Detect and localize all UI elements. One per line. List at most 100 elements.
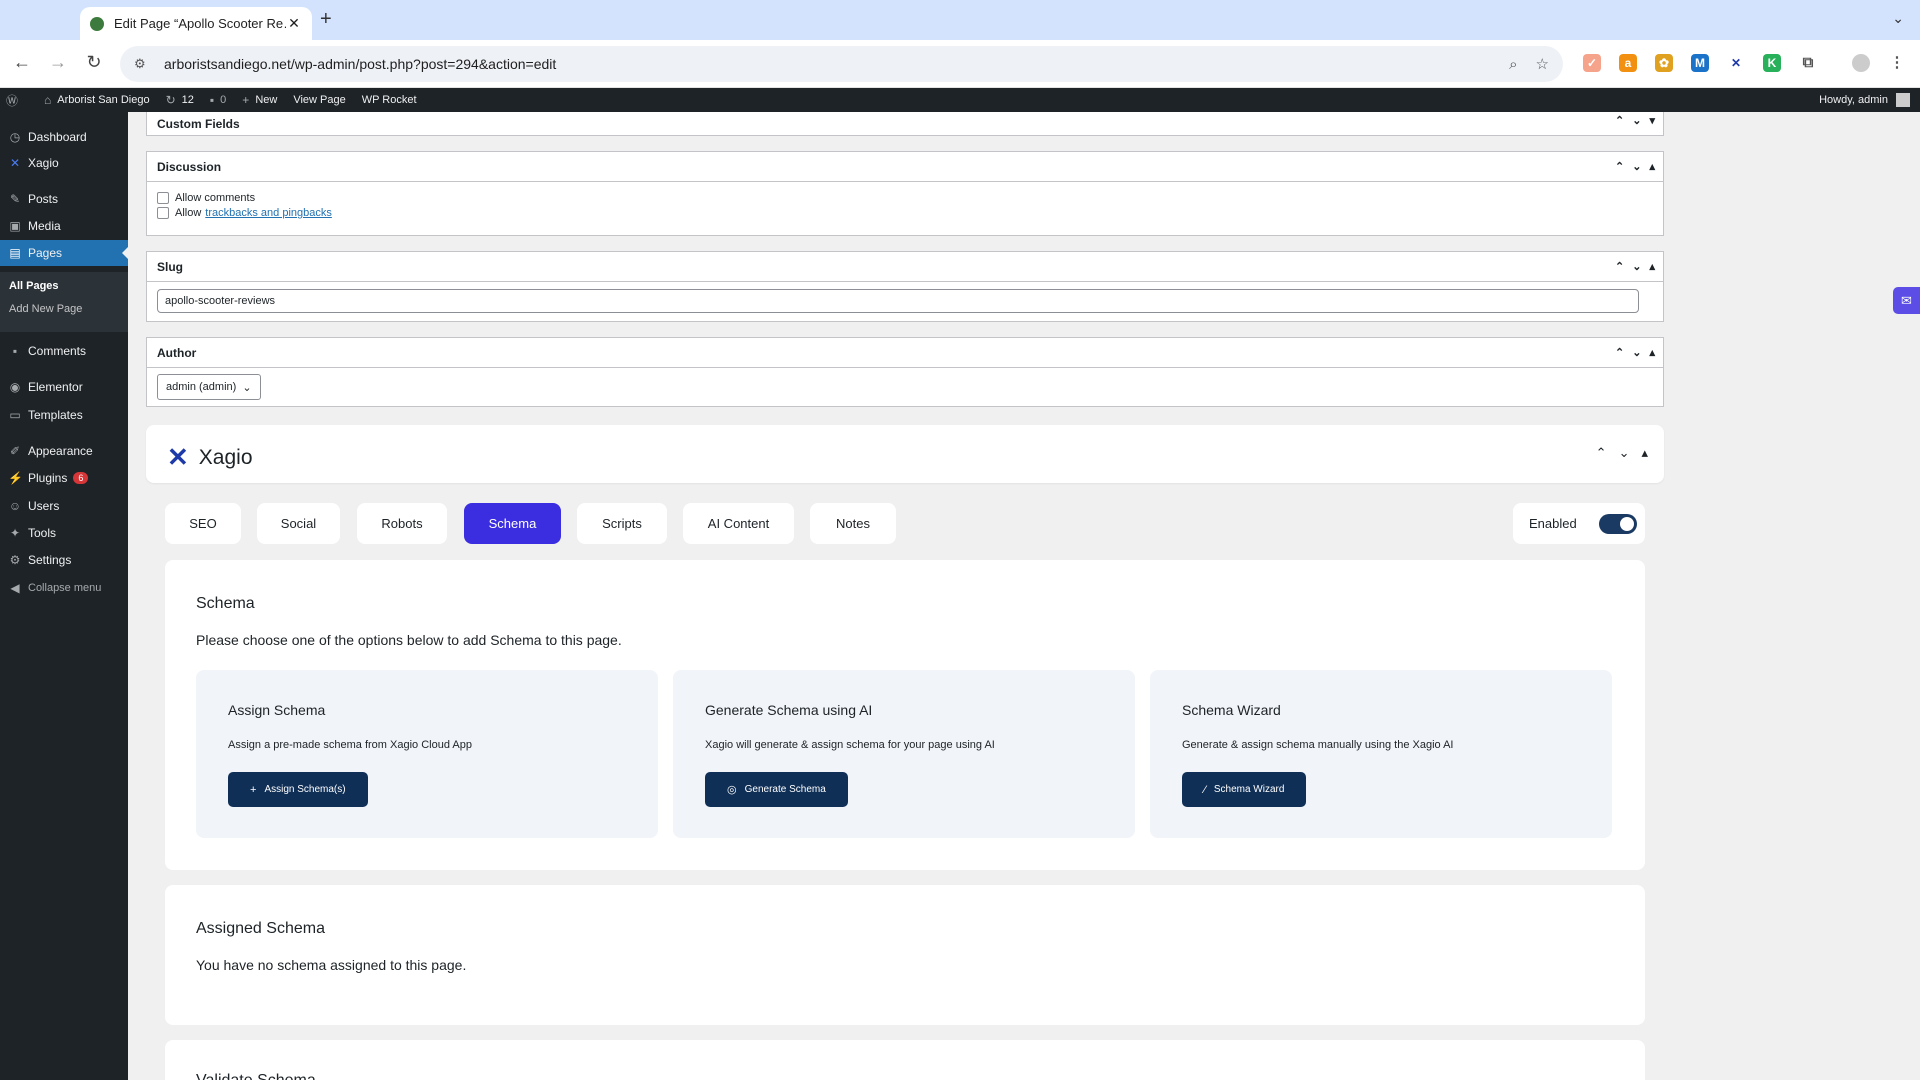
allow-comments-checkbox[interactable]	[157, 192, 169, 204]
tab-robots[interactable]: Robots	[357, 503, 447, 544]
sidebar-item-tools[interactable]: ✦ Tools	[0, 520, 128, 546]
extension-m-icon[interactable]: M	[1691, 54, 1709, 72]
reload-icon[interactable]: ↻	[82, 52, 106, 73]
admin-sidebar: ◷ Dashboard ✕ Xagio ✎ Posts ▣ Media ▤ Pages A…	[0, 112, 128, 1080]
sidebar-item-settings[interactable]: ⚙ Settings	[0, 547, 128, 573]
extension-amazon-icon[interactable]: a	[1619, 54, 1637, 72]
browser-tab[interactable]: Edit Page “Apollo Scooter Re… ✕	[80, 7, 312, 40]
tab-schema[interactable]: Schema	[464, 503, 561, 544]
comment-icon: ▪	[12, 344, 18, 358]
sidebar-item-dashboard[interactable]: ◷ Dashboard	[0, 124, 128, 150]
toggle-panel-icon[interactable]: ▴	[1641, 445, 1648, 461]
brush-icon: ✐	[9, 444, 21, 458]
media-icon: ▣	[9, 219, 21, 233]
enabled-label: Enabled	[1529, 516, 1577, 531]
wp-rocket-link[interactable]: WP Rocket	[362, 94, 417, 106]
address-bar[interactable]: ⚙ arboristsandiego.net/wp-admin/post.php…	[120, 46, 1563, 82]
site-name-link[interactable]: ⌂ Arborist San Diego	[44, 93, 150, 107]
my-account-link[interactable]: Howdy, admin	[1819, 93, 1910, 107]
submenu-all-pages[interactable]: All Pages	[9, 280, 59, 292]
move-down-icon[interactable]: ⌄	[1632, 160, 1641, 173]
xagio-brand-name: Xagio	[198, 445, 253, 469]
card-title: Assign Schema	[228, 702, 326, 718]
new-tab-button[interactable]: +	[320, 8, 332, 31]
sidebar-item-media[interactable]: ▣ Media	[0, 213, 128, 239]
sidebar-item-users[interactable]: ☺ Users	[0, 493, 128, 519]
custom-fields-header[interactable]: Custom Fields ⌃ ⌄ ▾	[147, 112, 1663, 135]
sidebar-item-elementor[interactable]: ◉ Elementor	[0, 374, 128, 400]
slug-title: Slug	[157, 259, 183, 274]
tab-close-icon[interactable]: ✕	[286, 15, 302, 32]
move-up-icon[interactable]: ⌃	[1615, 260, 1624, 273]
extension-1-icon[interactable]: ✓	[1583, 54, 1601, 72]
toggle-panel-icon[interactable]: ▴	[1649, 260, 1655, 273]
custom-fields-box: Custom Fields ⌃ ⌄ ▾	[146, 112, 1664, 136]
feedback-chat-icon[interactable]: ✉	[1893, 287, 1920, 314]
profile-avatar[interactable]	[1852, 54, 1870, 72]
schema-wizard-button[interactable]: ⁄ Schema Wizard	[1182, 772, 1307, 807]
comments-link[interactable]: ▪ 0	[210, 93, 226, 107]
trackbacks-link[interactable]: trackbacks and pingbacks	[205, 207, 332, 219]
extensions-puzzle-icon[interactable]: ⧉	[1799, 54, 1817, 72]
slug-header[interactable]: Slug ⌃ ⌄ ▴	[147, 252, 1663, 282]
submenu-add-new-page[interactable]: Add New Page	[9, 303, 82, 315]
extension-k-icon[interactable]: K	[1763, 54, 1781, 72]
xagio-icon: ✕	[9, 156, 21, 170]
move-up-icon[interactable]: ⌃	[1615, 160, 1624, 173]
toggle-panel-icon[interactable]: ▾	[1649, 114, 1655, 127]
allow-pings-checkbox[interactable]	[157, 207, 169, 219]
sidebar-item-xagio[interactable]: ✕ Xagio	[0, 150, 128, 176]
toggle-panel-icon[interactable]: ▴	[1649, 346, 1655, 359]
move-down-icon[interactable]: ⌄	[1619, 445, 1630, 461]
sidebar-item-appearance[interactable]: ✐ Appearance	[0, 438, 128, 464]
generate-schema-button[interactable]: ◎ Generate Schema	[705, 772, 848, 807]
sidebar-item-plugins[interactable]: ⚡ Plugins 6	[0, 465, 128, 491]
move-up-icon[interactable]: ⌃	[1596, 445, 1607, 461]
move-up-icon[interactable]: ⌃	[1615, 346, 1624, 359]
sidebar-item-posts[interactable]: ✎ Posts	[0, 186, 128, 212]
bookmark-star-icon[interactable]: ☆	[1536, 55, 1549, 73]
updates-link[interactable]: ↻ 12	[166, 93, 194, 107]
enabled-toggle[interactable]	[1598, 513, 1637, 534]
folder-icon: ▭	[9, 408, 21, 422]
author-select[interactable]: admin (admin) ⌄	[157, 374, 261, 400]
tab-notes[interactable]: Notes	[810, 503, 896, 544]
new-content-link[interactable]: + New	[242, 93, 277, 107]
move-down-icon[interactable]: ⌄	[1632, 346, 1641, 359]
site-info-icon[interactable]: ⚙	[134, 56, 150, 72]
extension-xagio-icon[interactable]: ✕	[1727, 54, 1745, 72]
card-description: Assign a pre-made schema from Xagio Clou…	[228, 739, 472, 751]
move-down-icon[interactable]: ⌄	[1632, 260, 1641, 273]
view-page-link[interactable]: View Page	[293, 94, 345, 106]
tab-search-icon[interactable]: ⌄	[1892, 10, 1904, 27]
back-icon[interactable]: ←	[10, 52, 34, 73]
discussion-header[interactable]: Discussion ⌃ ⌄ ▴	[147, 152, 1663, 182]
extension-3-icon[interactable]: ✿	[1655, 54, 1673, 72]
browser-toolbar: ← → ↻ ⚙ arboristsandiego.net/wp-admin/po…	[0, 40, 1920, 88]
collapse-menu-button[interactable]: ◀ Collapse menu	[0, 575, 128, 601]
tab-scripts[interactable]: Scripts	[577, 503, 667, 544]
sidebar-item-pages[interactable]: ▤ Pages	[0, 240, 128, 266]
sidebar-item-comments[interactable]: ▪ Comments	[0, 338, 128, 364]
toggle-panel-icon[interactable]: ▴	[1649, 160, 1655, 173]
forward-icon[interactable]: →	[46, 52, 70, 73]
xagio-logo-icon: ✕	[167, 442, 189, 472]
tab-seo[interactable]: SEO	[165, 503, 241, 544]
assign-schema-button[interactable]: + Assign Schema(s)	[228, 772, 368, 807]
elementor-icon: ◉	[9, 380, 21, 394]
author-header[interactable]: Author ⌃ ⌄ ▴	[147, 338, 1663, 368]
browser-menu-icon[interactable]: ⋮	[1888, 54, 1906, 72]
move-up-icon[interactable]: ⌃	[1615, 114, 1624, 127]
wp-logo-icon[interactable]: Ⓦ	[6, 92, 28, 109]
assigned-schema-title: Assigned Schema	[196, 920, 325, 937]
slug-input[interactable]: apollo-scooter-reviews	[157, 289, 1639, 313]
tab-social[interactable]: Social	[257, 503, 340, 544]
card-description: Xagio will generate & assign schema for …	[705, 739, 995, 751]
sidebar-item-templates[interactable]: ▭ Templates	[0, 402, 128, 428]
tab-ai-content[interactable]: AI Content	[683, 503, 794, 544]
zoom-icon[interactable]: ⌕	[1509, 56, 1517, 73]
allow-comments-label: Allow comments	[175, 192, 256, 204]
move-down-icon[interactable]: ⌄	[1632, 114, 1641, 127]
ai-icon: ◎	[727, 784, 737, 796]
card-title: Schema Wizard	[1182, 702, 1281, 718]
